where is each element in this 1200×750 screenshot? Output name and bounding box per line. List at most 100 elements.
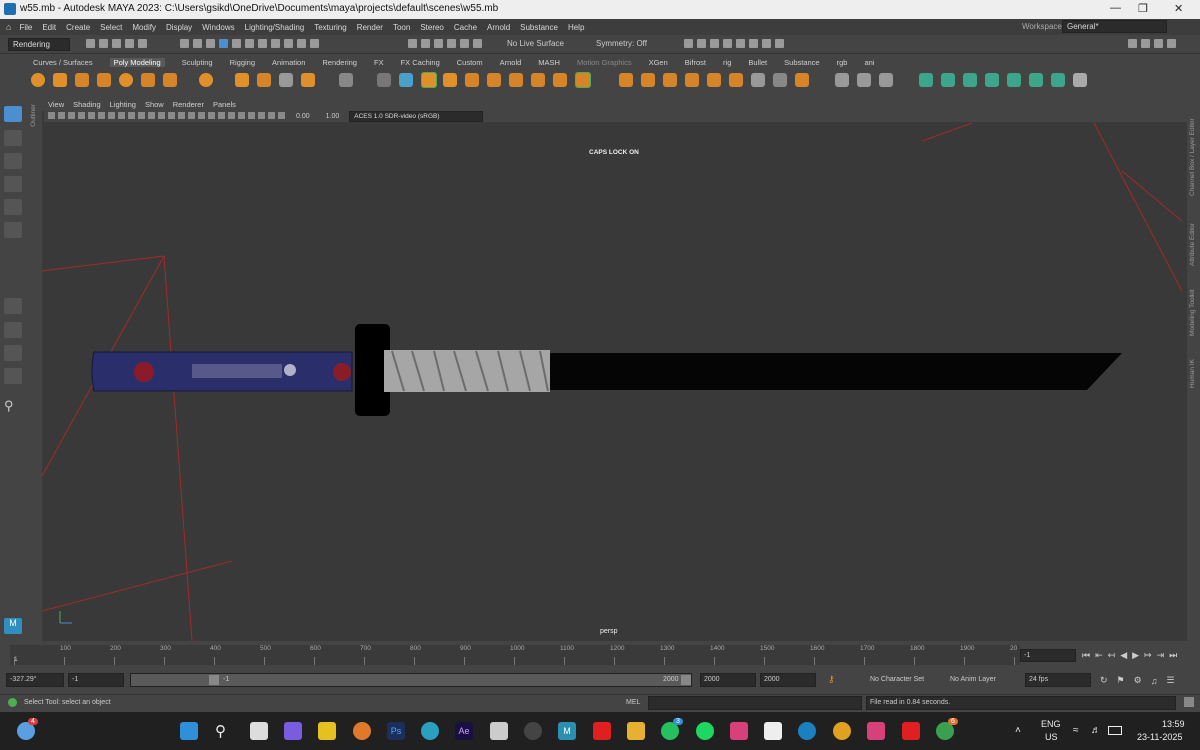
volume-icon[interactable]: ♬ — [1091, 725, 1101, 736]
maximize-button[interactable]: ❐ — [1138, 2, 1148, 15]
home-icon[interactable]: ⌂ — [6, 22, 11, 32]
step-back-key-icon[interactable]: ⇤ — [1095, 650, 1103, 661]
menu-texturing[interactable]: Texturing — [314, 23, 346, 32]
tab-fx-caching[interactable]: FX Caching — [401, 58, 440, 67]
undo-icon[interactable] — [125, 39, 134, 48]
vp-menu-view[interactable]: View — [48, 100, 64, 109]
menu-render[interactable]: Render — [357, 23, 383, 32]
exposure-value[interactable]: 0.00 — [296, 113, 310, 120]
tab-bifrost[interactable]: Bifrost — [685, 58, 706, 67]
fps-dropdown[interactable]: 24 fps — [1025, 673, 1091, 687]
select-tool-icon[interactable] — [4, 106, 22, 122]
poly-cylinder-icon[interactable] — [75, 73, 89, 87]
copilot-icon[interactable] — [284, 722, 302, 740]
tab-motion-graphics[interactable]: Motion Graphics — [577, 58, 632, 67]
after-effects-icon[interactable]: Ae — [455, 722, 473, 740]
tab-arnold[interactable]: Arnold — [500, 58, 522, 67]
snap-live-icon[interactable] — [284, 39, 293, 48]
super-shape-icon[interactable] — [257, 73, 271, 87]
new-scene-icon[interactable] — [86, 39, 95, 48]
minimize-button[interactable]: — — [1110, 2, 1121, 14]
bookmark-icon[interactable] — [68, 112, 75, 119]
clock-time[interactable]: 13:59 — [1162, 719, 1185, 729]
render-frame-icon[interactable] — [408, 39, 417, 48]
maya-m-icon[interactable]: M — [4, 618, 22, 634]
extract-icon[interactable] — [487, 73, 501, 87]
menu-lighting-shading[interactable]: Lighting/Shading — [245, 23, 305, 32]
wireframe-on-shaded-icon[interactable] — [178, 112, 185, 119]
outliner-layout-icon[interactable] — [4, 368, 22, 384]
step-back-frame-icon[interactable]: ↤ — [1108, 650, 1116, 661]
layout-icon-6[interactable] — [749, 39, 758, 48]
tab-rendering[interactable]: Rendering — [322, 58, 357, 67]
ao-icon[interactable] — [218, 112, 225, 119]
open-scene-icon[interactable] — [99, 39, 108, 48]
menuset-dropdown[interactable]: Rendering — [8, 38, 70, 51]
poly-cube-icon[interactable] — [53, 73, 67, 87]
multi-cut-icon[interactable] — [835, 73, 849, 87]
attribute-editor-icon[interactable] — [1141, 39, 1150, 48]
sound-icon[interactable]: ♫ — [1151, 676, 1158, 686]
field-chart-icon[interactable] — [128, 112, 135, 119]
wifi-icon[interactable]: ≈ — [1073, 725, 1079, 736]
connect-icon[interactable] — [879, 73, 893, 87]
search-taskbar-icon[interactable]: ⚲ — [215, 722, 233, 740]
file-explorer-icon[interactable] — [627, 722, 645, 740]
link-app-icon[interactable] — [490, 722, 508, 740]
cut-uv-icon[interactable] — [1051, 73, 1065, 87]
layout-icon-1[interactable] — [684, 39, 693, 48]
resolution-gate-icon[interactable] — [108, 112, 115, 119]
chevron-up-icon[interactable]: ˄ — [1015, 725, 1021, 736]
instagram-icon-2[interactable] — [867, 722, 885, 740]
platonic-solid-icon[interactable] — [199, 73, 213, 87]
tab-custom[interactable]: Custom — [457, 58, 483, 67]
vp-menu-shading[interactable]: Shading — [73, 100, 101, 109]
live-surface-label[interactable]: No Live Surface — [507, 39, 564, 48]
sew-uv-icon[interactable] — [1073, 73, 1087, 87]
single-view-icon[interactable] — [4, 298, 22, 314]
tab-bullet[interactable]: Bullet — [748, 58, 767, 67]
battery-icon[interactable] — [1108, 726, 1122, 735]
vp-menu-lighting[interactable]: Lighting — [110, 100, 136, 109]
vp-menu-show[interactable]: Show — [145, 100, 164, 109]
collapse-icon[interactable] — [729, 73, 743, 87]
lock-icon[interactable] — [297, 39, 306, 48]
layout-uv-icon[interactable] — [1029, 73, 1043, 87]
menu-modify[interactable]: Modify — [132, 23, 156, 32]
snap-point-icon[interactable] — [258, 39, 267, 48]
attribute-editor-tab[interactable]: Attribute Editor — [1189, 206, 1196, 266]
lasso-tool-icon[interactable] — [4, 130, 22, 146]
tab-curves-surfaces[interactable]: Curves / Surfaces — [33, 58, 93, 67]
planar-map-icon[interactable] — [963, 73, 977, 87]
go-to-end-icon[interactable]: ⏭ — [1169, 650, 1177, 661]
command-line-input[interactable] — [648, 696, 862, 710]
colorspace-dropdown[interactable]: ACES 1.0 SDR-video (sRGB) — [349, 111, 484, 122]
menu-create[interactable]: Create — [66, 23, 90, 32]
range-handle-left[interactable] — [209, 675, 219, 685]
language-region[interactable]: US — [1045, 732, 1058, 742]
bridge-icon[interactable] — [663, 73, 677, 87]
search-icon[interactable]: ⚲ — [4, 398, 22, 414]
key-icon[interactable]: ⚷ — [828, 674, 835, 685]
snap-curve-icon[interactable] — [245, 39, 254, 48]
instagram-icon[interactable] — [730, 722, 748, 740]
anim-layer-label[interactable]: No Anim Layer — [950, 676, 996, 683]
modeling-toolkit-tab[interactable]: Modeling Toolkit — [1189, 276, 1196, 337]
safe-action-icon[interactable] — [138, 112, 145, 119]
tab-mash[interactable]: MASH — [538, 58, 560, 67]
save-scene-icon[interactable] — [112, 39, 121, 48]
menu-edit[interactable]: Edit — [42, 23, 56, 32]
modeling-toolkit-icon[interactable] — [1128, 39, 1137, 48]
uv-editor-icon[interactable] — [941, 73, 955, 87]
symmetry-label[interactable]: Symmetry: Off — [596, 39, 647, 48]
hierarchy-icon[interactable] — [180, 39, 189, 48]
menu-arnold[interactable]: Arnold — [487, 23, 510, 32]
lights-icon[interactable] — [198, 112, 205, 119]
unfold-icon[interactable] — [1007, 73, 1021, 87]
tab-substance[interactable]: Substance — [784, 58, 819, 67]
sweep-mesh-icon[interactable] — [235, 73, 249, 87]
play-forward-icon[interactable]: ▶ — [1132, 650, 1139, 661]
merge-icon[interactable] — [707, 73, 721, 87]
youtube-icon-2[interactable] — [902, 722, 920, 740]
motion-blur-icon[interactable] — [228, 112, 235, 119]
